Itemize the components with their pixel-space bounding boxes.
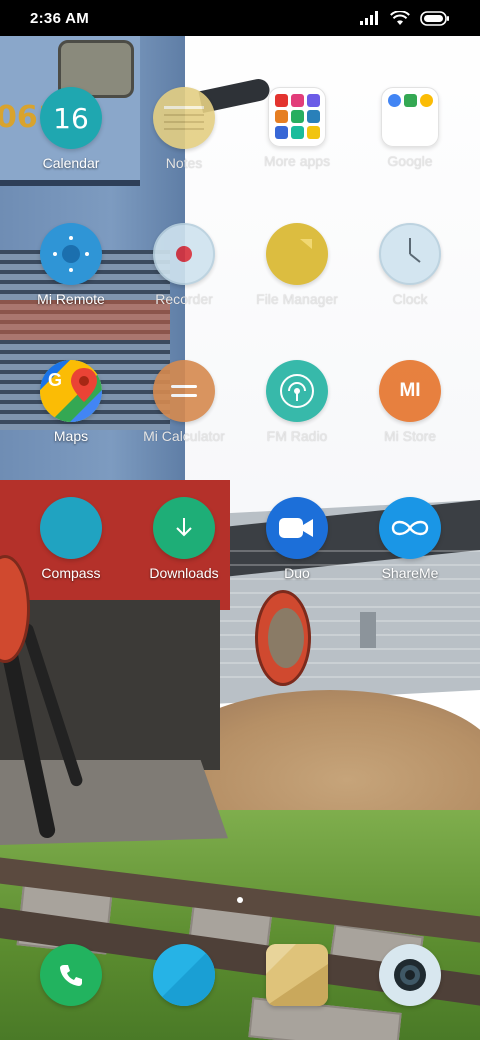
- messages-icon: [153, 944, 215, 1006]
- app-label: Mi Store: [383, 428, 437, 444]
- compass-icon: [40, 497, 102, 559]
- app-label: Calendar: [42, 155, 100, 171]
- calendar-date: 16: [53, 101, 89, 135]
- app-label: Recorder: [155, 291, 213, 307]
- app-folder-google[interactable]: Google: [353, 87, 467, 169]
- download-icon: [153, 497, 215, 559]
- radio-icon: [266, 360, 328, 422]
- status-icons: [360, 10, 450, 26]
- notes-icon: [153, 87, 215, 149]
- app-mi-calculator[interactable]: Mi Calculator: [127, 360, 241, 444]
- app-label: Notes: [165, 155, 203, 171]
- remote-icon: [40, 223, 102, 285]
- status-time: 2:36 AM: [30, 9, 90, 27]
- page-indicator: [0, 897, 480, 903]
- app-calendar[interactable]: 16 Calendar: [14, 87, 128, 171]
- app-label: Clock: [392, 291, 428, 307]
- clock-icon: [379, 223, 441, 285]
- mi-store-icon: MI: [379, 360, 441, 422]
- shareme-icon: [379, 497, 441, 559]
- signal-icon: [360, 11, 378, 25]
- svg-text:G: G: [48, 370, 62, 390]
- app-folder-more-apps[interactable]: More apps: [240, 87, 354, 169]
- folder-manager-icon: [266, 223, 328, 285]
- google-folder-icon: [381, 87, 439, 147]
- battery-icon: [420, 10, 449, 26]
- app-clock[interactable]: Clock: [353, 223, 467, 307]
- app-label: Duo: [284, 565, 310, 581]
- app-label: Mi Remote: [37, 291, 105, 307]
- app-label: File Manager: [256, 291, 338, 307]
- app-label: FM Radio: [266, 428, 328, 444]
- folder-icon: [268, 87, 326, 147]
- messages-app-button[interactable]: [153, 944, 215, 1006]
- app-grid: 16 Calendar Notes More apps Google Mi Re…: [0, 0, 480, 1040]
- app-label: Mi Calculator: [143, 428, 225, 444]
- duo-video-icon: [266, 497, 328, 559]
- app-recorder[interactable]: Recorder: [127, 223, 241, 307]
- app-shareme[interactable]: ShareMe: [353, 497, 467, 581]
- phone-icon: [60, 965, 82, 986]
- calculator-icon: [153, 360, 215, 422]
- calendar-icon: 16: [40, 87, 102, 149]
- status-bar: 2:36 AM: [0, 0, 480, 36]
- app-maps[interactable]: G Maps: [14, 360, 128, 444]
- gallery-icon: [266, 944, 328, 1006]
- app-fm-radio[interactable]: FM Radio: [240, 360, 354, 444]
- record-icon: [153, 223, 215, 285]
- camera-icon: [394, 959, 426, 991]
- app-file-manager[interactable]: File Manager: [240, 223, 354, 307]
- app-label: Downloads: [149, 565, 219, 581]
- camera-app-button[interactable]: [379, 944, 441, 1006]
- app-compass[interactable]: Compass: [14, 497, 128, 581]
- gallery-app-button[interactable]: [266, 944, 328, 1006]
- wifi-icon: [390, 10, 410, 25]
- app-downloads[interactable]: Downloads: [127, 497, 241, 581]
- maps-icon: G: [40, 360, 102, 422]
- app-label: ShareMe: [381, 565, 439, 581]
- phone-app-button[interactable]: [40, 944, 102, 1006]
- page-dot-active: [237, 897, 243, 903]
- app-mi-remote[interactable]: Mi Remote: [14, 223, 128, 307]
- app-duo[interactable]: Duo: [240, 497, 354, 581]
- mi-logo: MI: [399, 380, 421, 401]
- app-label: More apps: [263, 153, 331, 169]
- app-label: Compass: [41, 565, 101, 581]
- app-mi-store[interactable]: MI Mi Store: [353, 360, 467, 444]
- app-notes[interactable]: Notes: [127, 87, 241, 171]
- app-label: Maps: [53, 428, 89, 444]
- app-label: Google: [387, 153, 433, 169]
